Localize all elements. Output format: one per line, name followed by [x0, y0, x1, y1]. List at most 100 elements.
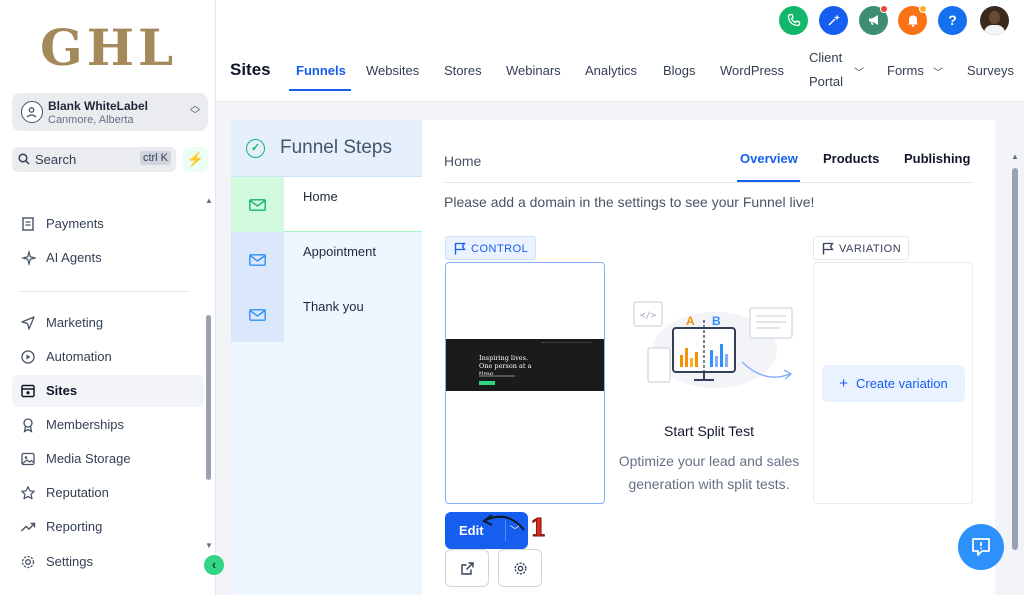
control-page-preview[interactable]: Inspiring lives. One person at a time.: [445, 262, 605, 504]
tab-wordpress[interactable]: WordPress: [720, 63, 784, 78]
sidebar-item-automation[interactable]: Automation: [12, 341, 204, 373]
control-pill: CONTROL: [445, 236, 537, 260]
control-label: CONTROL: [471, 243, 529, 255]
search-shortcut: ctrl K: [139, 151, 171, 165]
step-settings-button[interactable]: [498, 549, 542, 587]
avatar[interactable]: [980, 6, 1009, 35]
chat-widget-button[interactable]: [958, 524, 1004, 570]
tab-products[interactable]: Products: [823, 151, 879, 166]
svg-text:</>: </>: [640, 311, 657, 321]
page-thumbnail: Inspiring lives. One person at a time.: [446, 339, 604, 391]
magic-wand-icon[interactable]: [819, 6, 848, 35]
create-variation-button[interactable]: + Create variation: [822, 365, 965, 402]
funnel-steps-title: Funnel Steps: [280, 137, 392, 158]
sidebar-item-memberships[interactable]: Memberships: [12, 409, 204, 441]
sidebar-scrollbar[interactable]: [206, 315, 211, 480]
mail-icon: [249, 254, 266, 266]
tab-active-indicator: [737, 180, 800, 182]
sidebar-search[interactable]: Search ctrl K: [12, 147, 176, 172]
breadcrumb: Home: [444, 153, 482, 169]
image-icon: [21, 452, 35, 466]
account-location: Canmore, Alberta: [48, 114, 134, 126]
star-icon: [21, 486, 35, 500]
sparkle-icon: [20, 250, 36, 266]
tab-blogs[interactable]: Blogs: [663, 63, 696, 78]
sidebar-item-label: Settings: [46, 554, 93, 569]
receipt-icon: [22, 217, 34, 231]
step-label-appointment[interactable]: Appointment: [303, 244, 376, 259]
step-label-home[interactable]: Home: [303, 189, 338, 204]
annotation-step-number: 1: [530, 513, 548, 541]
tab-stores[interactable]: Stores: [444, 63, 482, 78]
svg-text:1: 1: [530, 513, 547, 540]
phone-icon[interactable]: [779, 6, 808, 35]
sidebar-item-label: Payments: [46, 216, 104, 231]
step-gutter-thank-you[interactable]: [231, 287, 284, 342]
notification-badge: [919, 5, 927, 13]
tab-client-portal[interactable]: Client Portal: [809, 46, 843, 94]
page-scrollbar[interactable]: [1012, 168, 1018, 550]
account-name: Blank WhiteLabel: [48, 99, 149, 113]
sidebar-item-label: Marketing: [46, 315, 104, 330]
sidebar-item-reputation[interactable]: Reputation: [12, 477, 204, 509]
create-variation-label: Create variation: [855, 376, 948, 391]
page-scroll-up-icon[interactable]: ▲: [1011, 152, 1019, 161]
sidebar-item-marketing[interactable]: Marketing: [12, 307, 204, 339]
chat-bubble-icon: [972, 538, 990, 556]
step-gutter-appointment[interactable]: [231, 232, 284, 287]
sidebar-scroll-down-icon[interactable]: ▼: [205, 541, 213, 550]
play-circle-icon: [21, 350, 35, 364]
domain-notice: Please add a domain in the settings to s…: [444, 194, 815, 210]
annotation-arrow: [482, 514, 525, 531]
trending-up-icon: [21, 522, 36, 532]
tab-analytics[interactable]: Analytics: [585, 63, 637, 78]
sidebar-item-media-storage[interactable]: Media Storage: [12, 443, 204, 475]
variation-label: VARIATION: [839, 243, 902, 255]
funnel-steps-panel: ✓ Funnel Steps Home Appointment Thank yo…: [231, 120, 422, 595]
browser-window-icon: [21, 384, 35, 398]
sidebar-item-sites[interactable]: Sites: [12, 375, 204, 407]
tab-surveys[interactable]: Surveys: [967, 63, 1014, 78]
sidebar-item-label: Sites: [46, 383, 78, 398]
sidebar-item-ai-agents[interactable]: AI Agents: [12, 242, 204, 274]
flag-icon: [454, 242, 466, 255]
check-circle-icon: ✓: [246, 139, 265, 158]
tab-webinars[interactable]: Webinars: [506, 63, 561, 78]
sidebar-item-settings[interactable]: Settings: [12, 546, 204, 578]
tab-funnels[interactable]: Funnels: [296, 63, 346, 78]
step-label-thank-you[interactable]: Thank you: [303, 299, 364, 314]
tab-client-portal-line2: Portal: [809, 74, 843, 89]
sidebar-collapse-chevron-icon[interactable]: ‹: [204, 555, 224, 575]
mail-icon: [249, 199, 266, 211]
chevron-up-down-icon: ︿ ﹀: [190, 101, 200, 121]
account-switcher[interactable]: Blank WhiteLabel Canmore, Alberta ︿ ﹀: [12, 93, 208, 131]
tab-overview[interactable]: Overview: [740, 151, 798, 166]
location-pin-icon: [21, 101, 43, 123]
chevron-down-icon: ﹀: [933, 68, 943, 79]
sidebar-scroll-up-icon[interactable]: ▲: [205, 196, 213, 205]
split-test-title: Start Split Test: [663, 423, 754, 439]
sidebar-item-label: AI Agents: [46, 250, 102, 265]
quick-action-bolt-icon[interactable]: ⚡: [183, 147, 208, 172]
variation-placeholder: + Create variation: [813, 262, 973, 504]
funnel-steps-header: ✓ Funnel Steps: [231, 120, 422, 177]
step-gutter-home[interactable]: [231, 177, 284, 232]
split-test-illustration: </> A B: [633, 301, 793, 388]
sidebar-divider: [20, 291, 188, 292]
sidebar-item-label: Automation: [46, 349, 112, 364]
mail-icon: [249, 309, 266, 321]
variation-pill: VARIATION: [813, 236, 910, 260]
tab-client-portal-line1: Client: [809, 50, 843, 65]
tab-publishing[interactable]: Publishing: [904, 151, 970, 166]
page-title: Sites: [230, 60, 271, 79]
sidebar-item-payments[interactable]: Payments: [12, 208, 204, 240]
step-row-selected: [284, 177, 422, 232]
sidebar-item-label: Memberships: [46, 417, 125, 432]
split-test-description: Optimize your lead and sales generation …: [618, 453, 800, 492]
tab-websites[interactable]: Websites: [366, 63, 419, 78]
tab-forms[interactable]: Forms: [887, 63, 924, 78]
help-icon[interactable]: ?: [938, 6, 967, 35]
sidebar-item-reporting[interactable]: Reporting: [12, 511, 204, 543]
sidebar-item-label: Media Storage: [46, 451, 131, 466]
open-preview-button[interactable]: [445, 549, 489, 587]
